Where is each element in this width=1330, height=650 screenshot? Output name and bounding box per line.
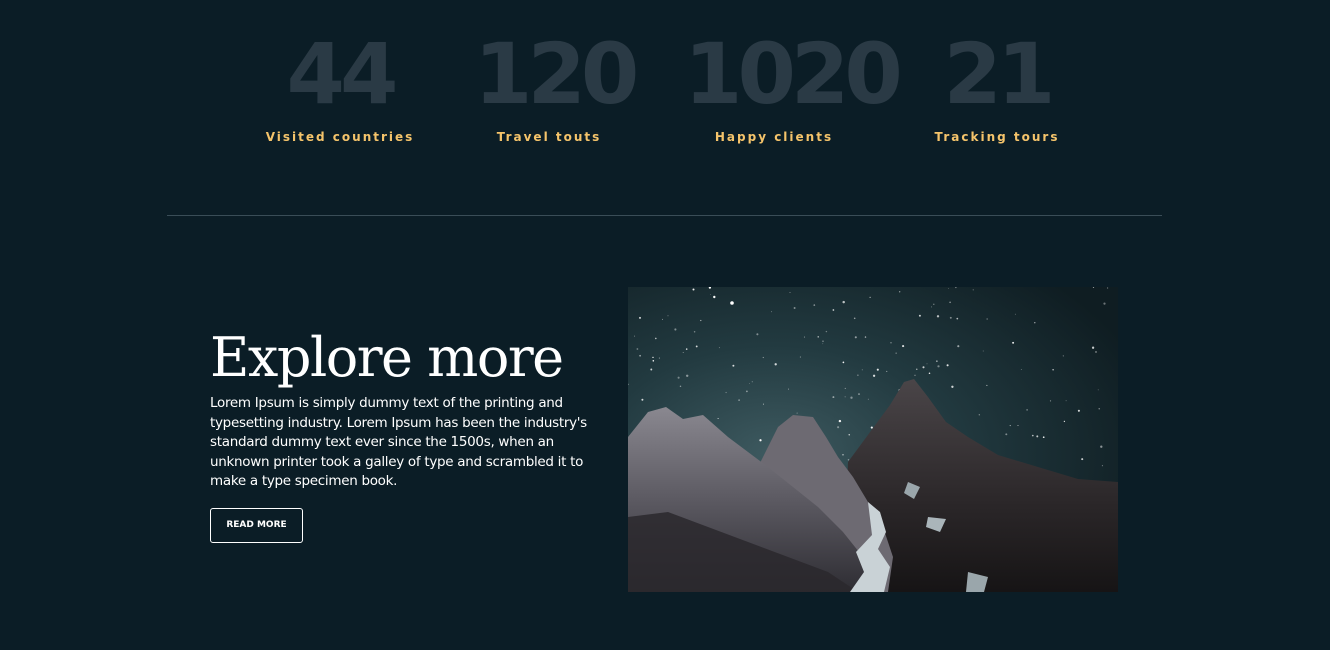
explore-title: Explore more bbox=[210, 326, 564, 389]
stat-value: 44 bbox=[286, 25, 399, 123]
stat-label: Happy clients bbox=[714, 130, 834, 144]
stat-label: Tracking tours bbox=[934, 130, 1060, 144]
stat-value: 120 bbox=[474, 25, 639, 123]
stat-tracking-tours: 21 Tracking tours bbox=[922, 28, 1072, 144]
stat-happy-clients: 1020 Happy clients bbox=[684, 25, 903, 144]
section-divider bbox=[167, 215, 1162, 216]
explore-description: Lorem Ipsum is simply dummy text of the … bbox=[210, 395, 587, 489]
stat-visited-countries: 44 Visited countries bbox=[265, 28, 415, 144]
stat-label: Travel touts bbox=[496, 130, 602, 144]
explore-section: Explore more Lorem Ipsum is simply dummy… bbox=[210, 322, 610, 543]
stat-travel-touts: 120 Travel touts bbox=[474, 25, 639, 144]
read-more-button[interactable]: READ MORE bbox=[210, 508, 303, 543]
stats-section: 44 Visited countries 120 Travel touts 10… bbox=[0, 28, 1330, 158]
mountain-night-illustration bbox=[628, 287, 1118, 592]
mountain-night-image bbox=[628, 287, 1118, 592]
stat-label: Visited countries bbox=[265, 130, 415, 144]
page: 44 Visited countries 120 Travel touts 10… bbox=[0, 0, 1330, 650]
stat-value: 1020 bbox=[684, 25, 903, 123]
stat-value: 21 bbox=[943, 25, 1056, 123]
